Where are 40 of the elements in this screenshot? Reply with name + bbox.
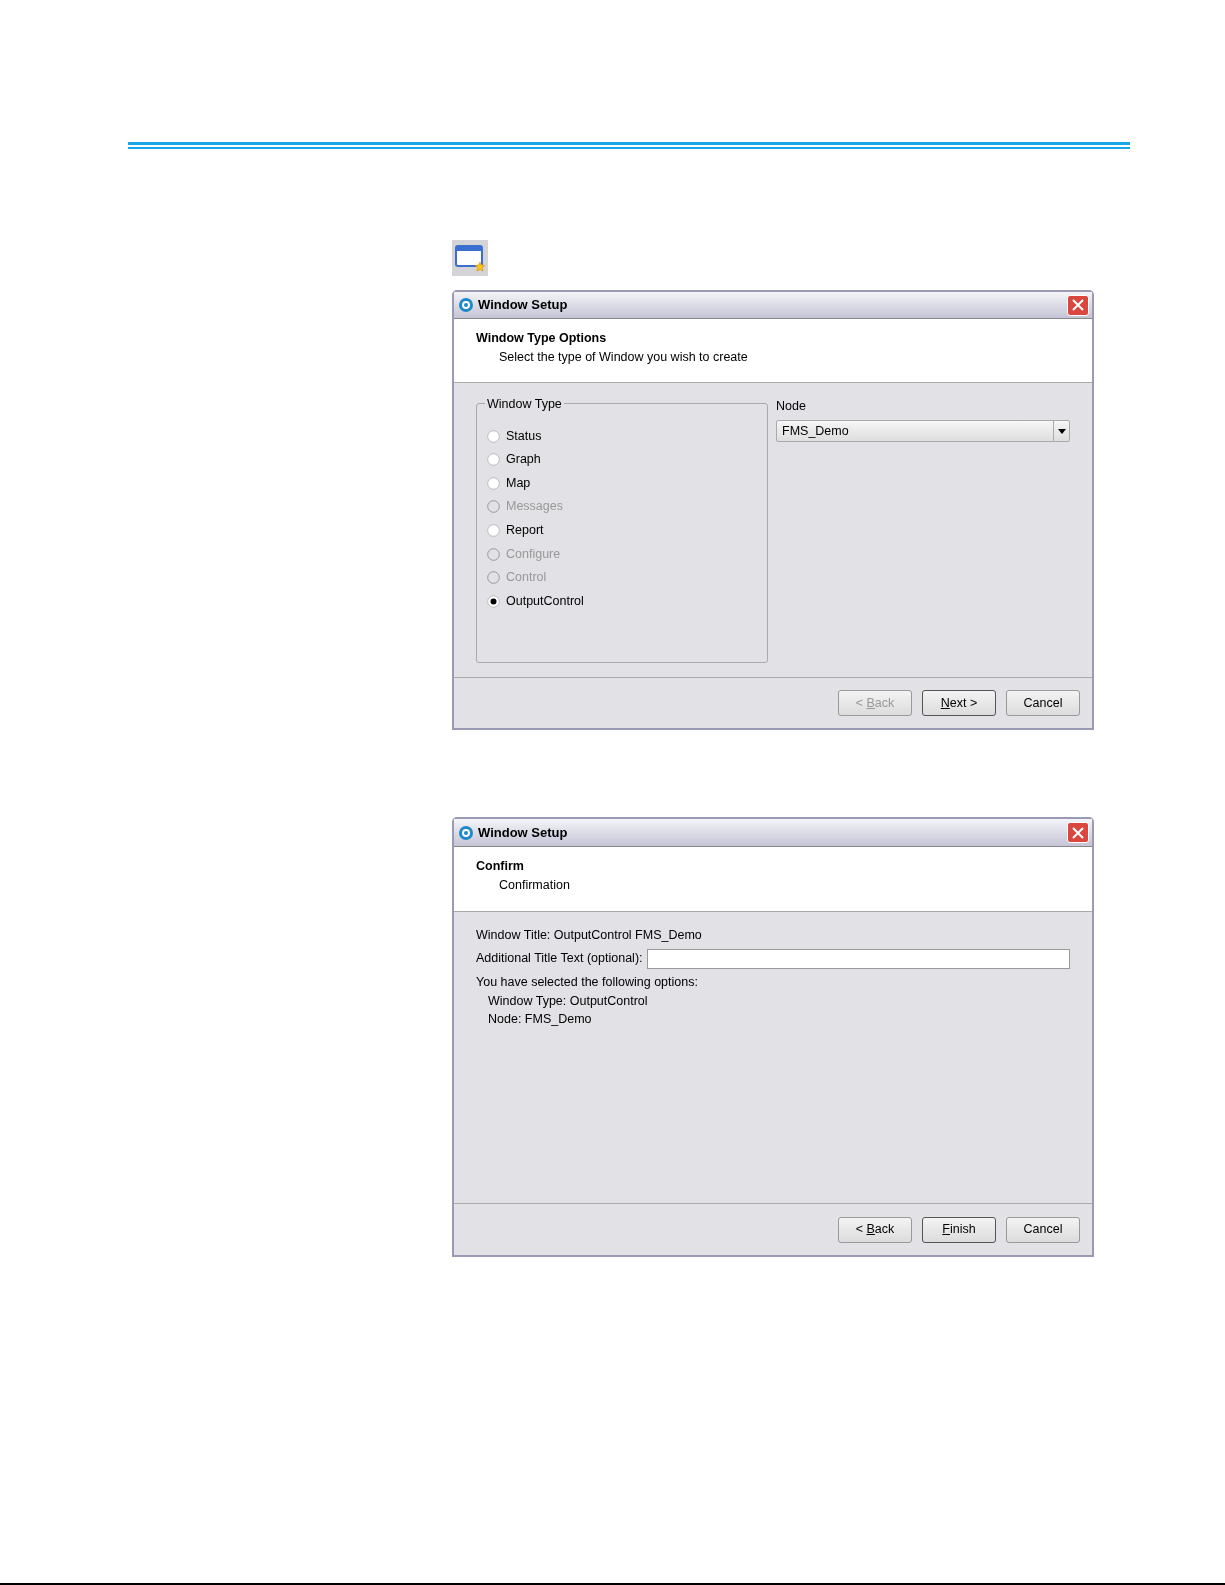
close-button[interactable] <box>1067 822 1089 843</box>
option-label: Control <box>506 569 547 587</box>
window-title: Window Setup <box>478 296 568 315</box>
wizard-button[interactable]: Finish <box>922 1216 996 1243</box>
wizard-button[interactable]: < Back <box>838 1216 912 1243</box>
field-label: Additional Title Text (optional): <box>476 950 643 968</box>
radio-button[interactable] <box>487 453 500 467</box>
step-subtitle: Confirmation <box>498 876 571 894</box>
radio-button[interactable] <box>487 429 500 443</box>
window-title-text: Window Title: OutputControl FMS_Demo <box>476 927 703 944</box>
radio-button[interactable] <box>487 476 500 490</box>
wizard-button[interactable]: Next > <box>922 690 996 717</box>
option-label: Configure <box>506 545 561 563</box>
dropdown-arrow-icon <box>1057 428 1066 434</box>
option-label: Messages <box>506 498 563 516</box>
node-label: Node <box>776 398 807 416</box>
summary-item: Node: FMS_Demo <box>487 1011 593 1029</box>
wizard-button[interactable]: Cancel <box>1006 690 1080 717</box>
app-logo-icon <box>458 824 474 841</box>
step-subtitle: Select the type of Window you wish to create <box>498 349 749 367</box>
option-label: Map <box>506 474 531 492</box>
close-icon <box>1072 299 1084 312</box>
step-title: Window Type Options <box>476 330 608 348</box>
option-label: Report <box>506 522 544 540</box>
option-label: Graph <box>506 451 541 469</box>
node-dropdown[interactable]: FMS_Demo <box>776 420 1070 442</box>
new-window-icon <box>452 240 488 276</box>
wizard-button[interactable]: Cancel <box>1006 1216 1080 1243</box>
option-label: OutputControl <box>506 592 584 610</box>
step-title: Confirm <box>476 858 525 875</box>
input-field[interactable] <box>646 948 1070 969</box>
app-logo-icon <box>458 297 474 314</box>
close-button[interactable] <box>1067 294 1089 316</box>
radio-button[interactable] <box>487 523 500 537</box>
window-title: Window Setup <box>478 823 568 842</box>
radio-button[interactable] <box>487 594 500 608</box>
summary-item: Window Type: OutputControl <box>487 992 649 1010</box>
option-label: Status <box>506 427 542 445</box>
close-icon <box>1072 826 1084 839</box>
summary-heading: You have selected the following options: <box>476 973 699 991</box>
